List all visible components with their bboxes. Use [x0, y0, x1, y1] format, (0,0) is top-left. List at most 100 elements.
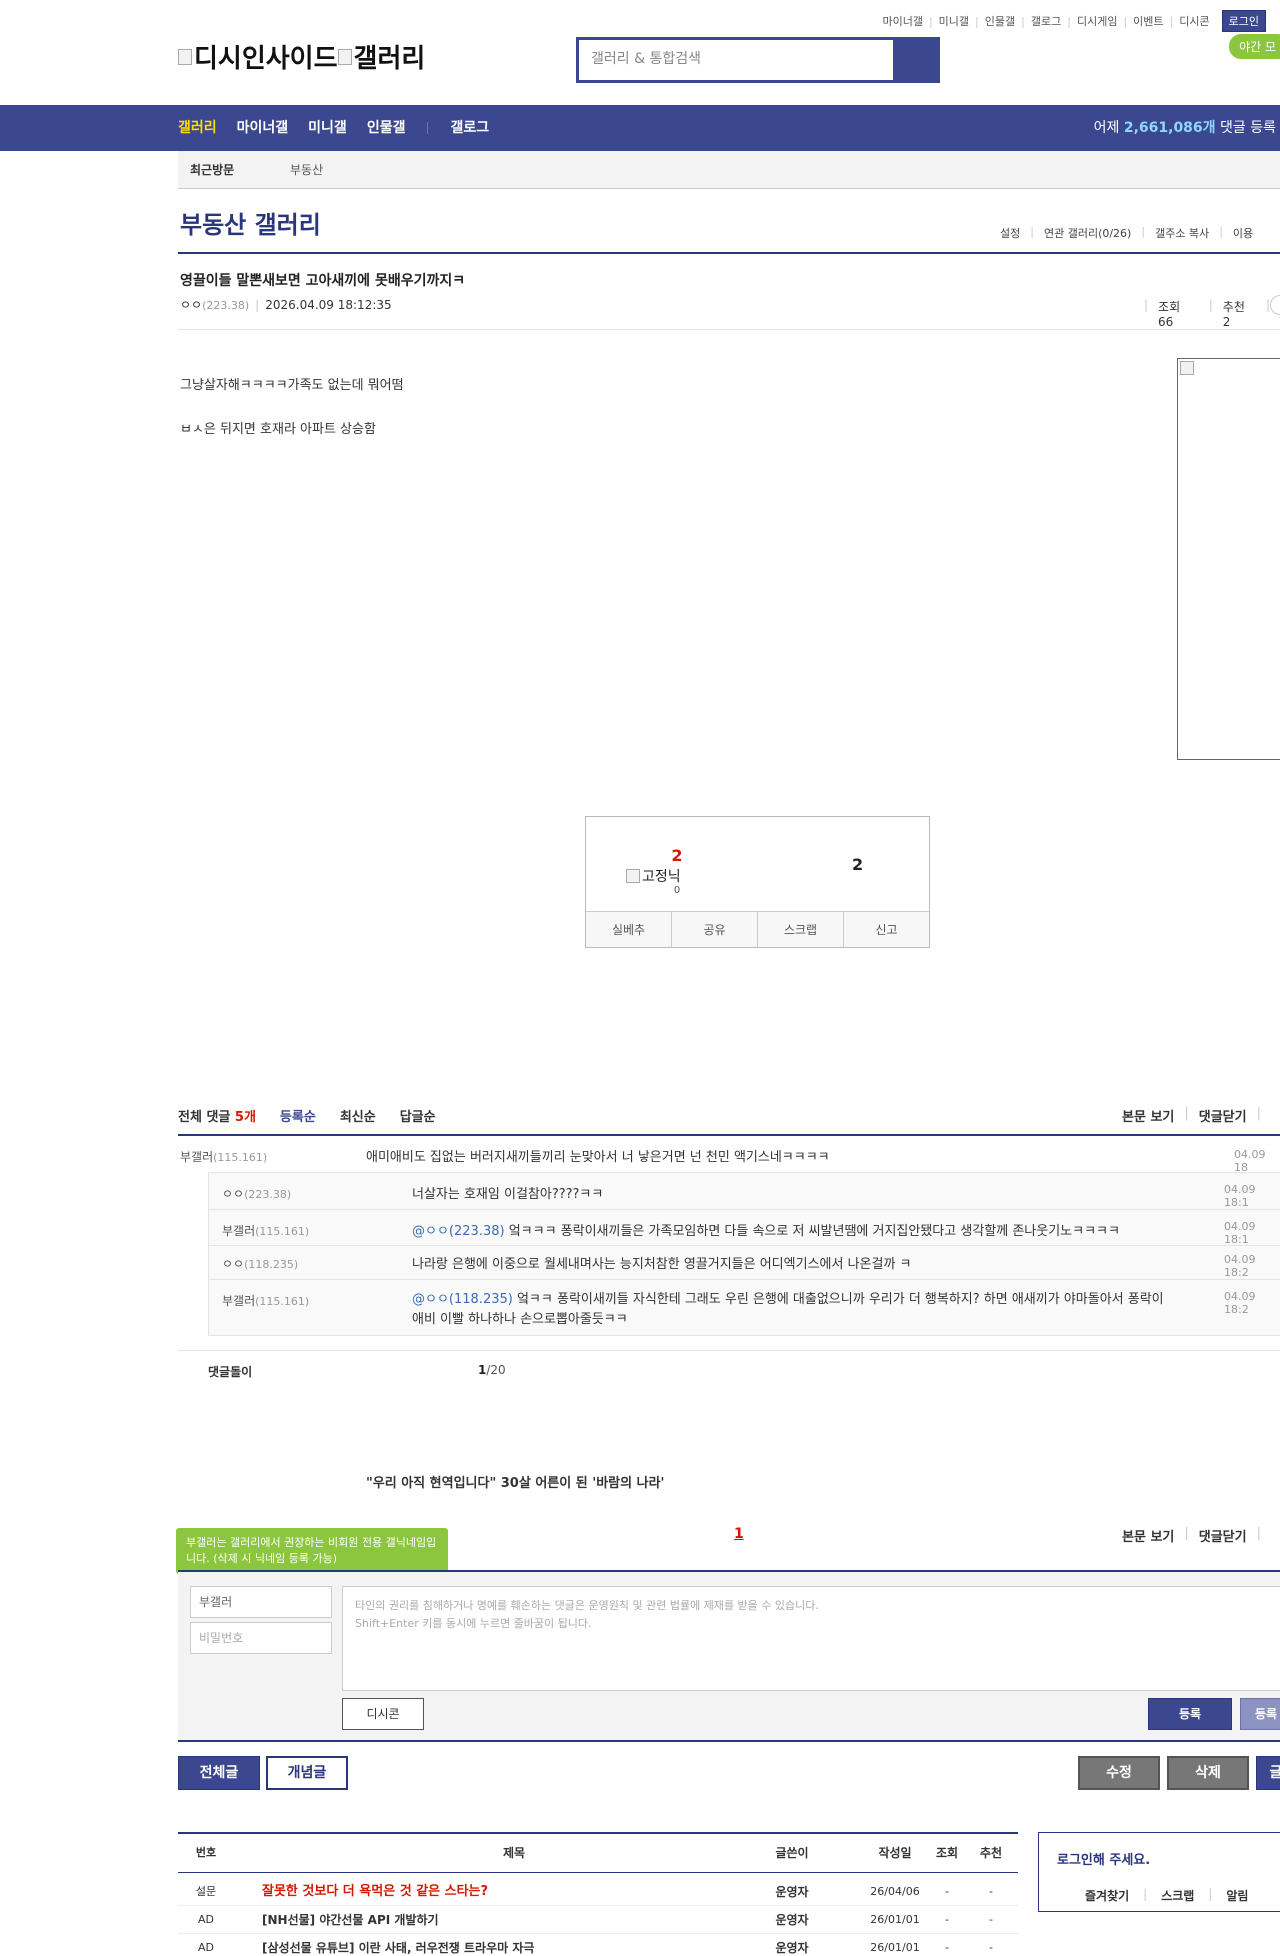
- concept-posts-button[interactable]: 개념글: [266, 1756, 348, 1790]
- comment-text: 애미애비도 집없는 버러지새끼들끼리 눈맞아서 너 낳은거면 넌 천민 액기스네…: [366, 1150, 830, 1165]
- sort-latest[interactable]: 최신순: [340, 1106, 376, 1125]
- delete-button[interactable]: 삭제: [1167, 1756, 1249, 1790]
- comment-nick[interactable]: 부갤러(115.161): [222, 1222, 309, 1239]
- comment-date: 04.09 18:1: [1224, 1220, 1256, 1246]
- comment-page-link[interactable]: 1: [734, 1526, 744, 1542]
- copy-gallery-url[interactable]: 갤주소 복사: [1155, 225, 1209, 241]
- password-field[interactable]: 비밀번호: [190, 1622, 332, 1654]
- modify-button[interactable]: 수정: [1078, 1756, 1160, 1790]
- table-row[interactable]: AD [삼성선물 유튜브] 이란 사태, 러우전쟁 트라우마 자극 운영자 26…: [178, 1934, 1018, 1956]
- broken-image-icon: [337, 48, 352, 65]
- row-subject[interactable]: [NH선물] 야간선물 API 개발하기: [262, 1906, 439, 1934]
- ad-banner[interactable]: [1177, 358, 1280, 760]
- comment-textarea[interactable]: 타인의 권리를 침해하거나 명예를 훼손하는 댓글은 운영원칙 및 관련 법률에…: [342, 1586, 1280, 1691]
- count-value: 2,661,086개: [1123, 120, 1216, 136]
- best-recommend-button[interactable]: 실베추: [586, 912, 672, 947]
- row-writer[interactable]: 운영자: [752, 1934, 832, 1956]
- table-row[interactable]: 설문 잘못한 것보다 더 욕먹은 것 같은 스타는? 운영자 26/04/06 …: [178, 1878, 1018, 1906]
- util-link-gallog[interactable]: 갤로그: [1031, 13, 1061, 29]
- logo-site-text: 디시인사이드: [194, 44, 338, 74]
- sort-registered[interactable]: 등록순: [280, 1106, 316, 1125]
- gallery-menu: 설정 | 연관 갤러리(0/26) | 갤주소 복사 | 이용: [1000, 225, 1254, 241]
- comment-nick[interactable]: ㅇㅇ(118.235): [222, 1255, 298, 1272]
- post-writer-info: ㅇㅇ(223.38) | 2026.04.09 18:12:35: [180, 298, 392, 312]
- upvote-count[interactable]: 2: [652, 846, 702, 865]
- nav-gallery[interactable]: 갤러리: [178, 105, 217, 151]
- write-bottom-divider: [178, 1740, 1280, 1742]
- util-link-person[interactable]: 인물갤: [985, 13, 1015, 29]
- site-logo[interactable]: 디시인사이드 갤러리: [178, 38, 425, 75]
- util-link-event[interactable]: 이벤트: [1133, 13, 1163, 29]
- row-number: AD: [198, 1941, 214, 1954]
- comment-nick[interactable]: ㅇㅇ(223.38): [222, 1185, 291, 1202]
- submit-recommend-button[interactable]: 등록: [1240, 1698, 1280, 1730]
- night-mode-toggle[interactable]: 야간 모: [1229, 34, 1280, 59]
- nav-gallog[interactable]: 갤로그: [450, 105, 489, 151]
- reply-row: ㅇㅇ(118.235) 나라랑 은행에 이중으로 월세내며사는 능지처참한 영끌…: [178, 1253, 1280, 1279]
- report-button[interactable]: 신고: [844, 912, 929, 947]
- global-nav: 갤러리 마이너갤 미니갤 인물갤 갤로그 어제 2,661,086개 댓글 등록: [0, 105, 1280, 151]
- mention[interactable]: @ㅇㅇ: [412, 1292, 449, 1307]
- scrap-button[interactable]: 스크랩: [758, 912, 844, 947]
- row-subject[interactable]: [삼성선물 유튜브] 이란 사태, 러우전쟁 트라우마 자극: [262, 1934, 534, 1956]
- downvote-count[interactable]: 2: [852, 855, 863, 874]
- util-link-mini[interactable]: 미니갤: [939, 13, 969, 29]
- view-post-link[interactable]: 본문 보기: [1122, 1106, 1174, 1125]
- row-date: 26/01/01: [870, 1913, 920, 1926]
- all-posts-button[interactable]: 전체글: [178, 1756, 260, 1790]
- nick-ip: (115.161): [255, 1225, 310, 1238]
- gallery-usage[interactable]: 이용: [1233, 225, 1253, 241]
- nick-field[interactable]: 부갤러: [190, 1586, 332, 1618]
- comment-body: 애비 이빨 하나하나 손으로뽑아줄듯ㅋㅋ: [412, 1312, 628, 1327]
- related-galleries[interactable]: 연관 갤러리(0/26): [1044, 225, 1131, 241]
- close-comments-link[interactable]: 댓글닫기: [1199, 1106, 1247, 1125]
- dccon-button[interactable]: 디시콘: [342, 1698, 424, 1730]
- notifications-link[interactable]: 알림: [1226, 1887, 1248, 1904]
- view-post-link[interactable]: 본문 보기: [1122, 1526, 1174, 1545]
- col-views: 조회: [935, 1846, 959, 1860]
- write-header-links: 본문 보기 | 댓글닫기 |: [1122, 1526, 1261, 1545]
- favorites-link[interactable]: 즐겨찾기: [1085, 1887, 1129, 1904]
- post-header-divider: [178, 329, 1280, 330]
- util-link-minor[interactable]: 마이너갤: [882, 13, 922, 29]
- reply-row: ㅇㅇ(223.38) 너살자는 호재임 이걸참아????ㅋㅋ 04.09 18:…: [178, 1183, 1280, 1209]
- table-row[interactable]: AD [NH선물] 야간선물 API 개발하기 운영자 26/01/01 - -: [178, 1906, 1018, 1934]
- comment-bot-label[interactable]: 댓글돌이: [208, 1363, 252, 1380]
- close-comments-link[interactable]: 댓글닫기: [1199, 1526, 1247, 1545]
- mention[interactable]: @ㅇㅇ: [412, 1224, 449, 1239]
- logo-gallery-text: 갤러리: [353, 44, 426, 74]
- recent-label: 최근방문: [190, 163, 235, 177]
- search-input[interactable]: 갤러리 & 통합검색: [579, 40, 893, 80]
- post-writer[interactable]: ㅇㅇ: [180, 298, 202, 312]
- gallery-title[interactable]: 부동산 갤러리: [180, 205, 321, 240]
- share-button[interactable]: 공유: [672, 912, 758, 947]
- login-prompt[interactable]: 로그인해 주세요.: [1057, 1849, 1150, 1868]
- scrap-link[interactable]: 스크랩: [1161, 1887, 1194, 1904]
- comment-total-count: 5개: [234, 1110, 256, 1125]
- recent-item[interactable]: 부동산: [290, 151, 323, 189]
- sort-replies[interactable]: 답글순: [400, 1106, 436, 1125]
- broken-image-icon: [626, 869, 640, 883]
- login-button[interactable]: 로그인: [1221, 10, 1266, 32]
- gallery-settings[interactable]: 설정: [1000, 225, 1020, 241]
- row-writer[interactable]: 운영자: [752, 1878, 832, 1906]
- comment-nick[interactable]: 부갤러(115.161): [180, 1148, 267, 1165]
- submit-button[interactable]: 등록: [1148, 1698, 1232, 1730]
- col-date: 작성일: [878, 1846, 912, 1860]
- write-button[interactable]: 글: [1256, 1756, 1280, 1790]
- nav-person[interactable]: 인물갤: [367, 105, 406, 151]
- util-link-game[interactable]: 디시게임: [1077, 13, 1117, 29]
- row-writer[interactable]: 운영자: [752, 1906, 832, 1934]
- row-subject[interactable]: 잘못한 것보다 더 욕먹은 것 같은 스타는?: [262, 1878, 488, 1906]
- comment-text: 너살자는 호재임 이걸참아????ㅋㅋ: [412, 1187, 604, 1202]
- util-link-dccon[interactable]: 디시콘: [1179, 13, 1209, 29]
- gallery-title-divider: [178, 252, 1280, 254]
- mention-ip: (223.38): [448, 1224, 505, 1239]
- nav-minor[interactable]: 마이너갤: [237, 105, 289, 151]
- news-headline[interactable]: "우리 아직 현역입니다" 30살 어른이 된 '바람의 나라': [366, 1472, 665, 1491]
- comment-nick[interactable]: 부갤러(115.161): [222, 1292, 309, 1309]
- nav-mini[interactable]: 미니갤: [308, 105, 347, 151]
- comment-body: 엌ㅋㅋㅋ 퐁락이새끼들은 가족모임하면 다들 속으로 저 씨발년땜에 거지집안됐…: [508, 1224, 1120, 1239]
- search-button[interactable]: [893, 40, 937, 80]
- row-date: 26/01/01: [870, 1941, 920, 1954]
